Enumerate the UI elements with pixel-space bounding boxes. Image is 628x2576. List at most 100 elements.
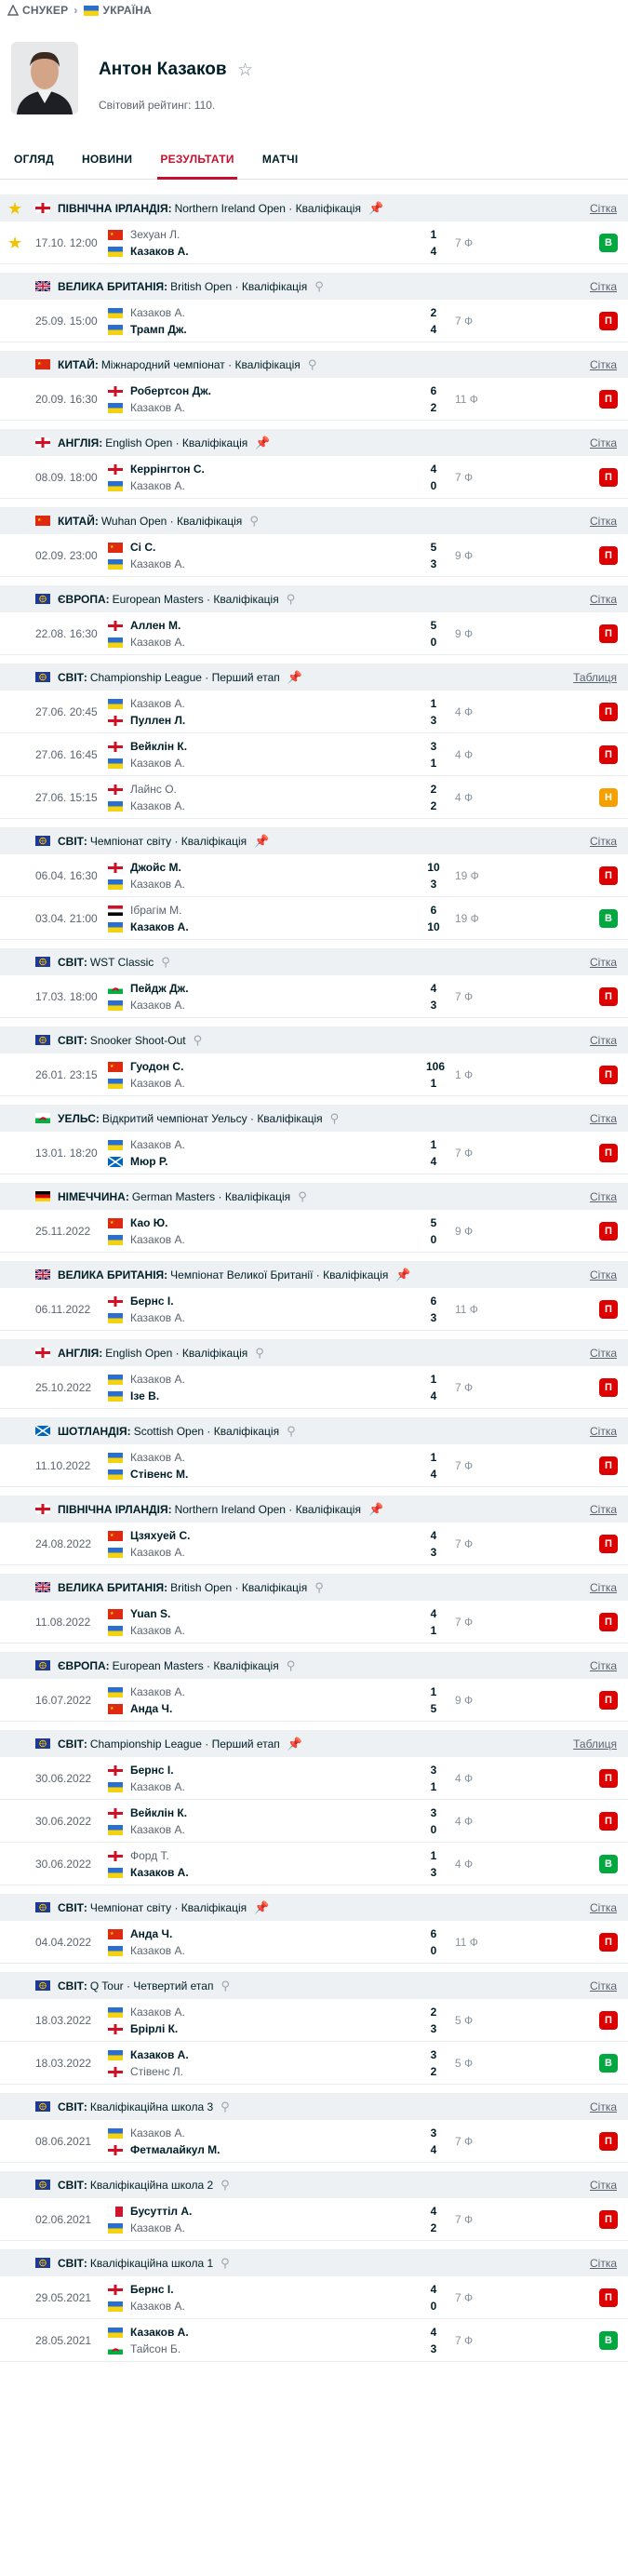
match-row[interactable]: 02.09. 23:00 ★ Сі С. 5 Казаков А. 3 9 Ф П (0, 534, 628, 577)
match-row[interactable]: 16.07.2022 Казаков А. 1 ★ Анда Ч. 5 9 Ф П (0, 1679, 628, 1722)
pin-icon[interactable]: ⚲ (330, 1111, 340, 1126)
tab-2[interactable]: РЕЗУЛЬТАТИ (146, 140, 248, 180)
pin-icon[interactable]: 📌 (395, 1268, 410, 1282)
match-row[interactable]: 08.09. 18:00 Керрінгтон С. 4 Казаков А. 0 7 Ф… (0, 456, 628, 499)
match-row[interactable]: 04.04.2022 ★ Анда Ч. 6 Казаков А. 0 11 Ф П (0, 1921, 628, 1964)
tournament-header[interactable]: АНГЛІЯ: English Open · Кваліфікація 📌 Сітка (0, 429, 628, 456)
tournament-name[interactable]: Чемпіонат світу · Кваліфікація (90, 1901, 247, 1914)
match-row[interactable]: ★ 17.10. 12:00 ★ Зехуан Л. 1 Казаков А. 4 7 Ф В (0, 221, 628, 264)
pin-icon[interactable]: ⚲ (308, 357, 317, 372)
tournament-name[interactable]: British Open · Кваліфікація (170, 1581, 307, 1594)
match-row[interactable]: 13.01. 18:20 Казаков А. 1 Мюр Р. 4 7 Ф П (0, 1132, 628, 1174)
tournament-name[interactable]: Championship League · Перший етап (90, 1737, 280, 1751)
match-row[interactable]: 25.09. 15:00 Казаков А. 2 Трамп Дж. 4 7 Ф П (0, 300, 628, 342)
tournament-name[interactable]: European Masters · Кваліфікація (113, 1659, 279, 1672)
match-row[interactable]: 18.03.2022 Казаков А. 3 Стівенс Л. 2 5 Ф В (0, 2042, 628, 2085)
tournament-name[interactable]: Кваліфікаційна школа 1 (90, 2257, 213, 2270)
pin-icon[interactable]: ⚲ (287, 1424, 296, 1439)
pin-icon[interactable]: 📌 (255, 436, 270, 450)
tournament-header[interactable]: АНГЛІЯ: English Open · Кваліфікація ⚲ Сітка (0, 1339, 628, 1366)
match-row[interactable]: 25.10.2022 Казаков А. 1 Ізе В. 4 7 Ф П (0, 1366, 628, 1409)
draw-link[interactable]: Сітка (590, 2179, 617, 2192)
tournament-header[interactable]: СВІТ: Чемпіонат світу · Кваліфікація 📌 Сітк… (0, 827, 628, 854)
tournament-header[interactable]: СВІТ: Championship League · Перший етап 📌 Т… (0, 664, 628, 691)
draw-link[interactable]: Сітка (590, 835, 617, 848)
tournament-name[interactable]: Northern Ireland Open · Кваліфікація (175, 1503, 361, 1516)
tournament-name[interactable]: German Masters · Кваліфікація (132, 1190, 290, 1203)
pin-icon[interactable]: ⚲ (249, 514, 259, 529)
match-row[interactable]: 25.11.2022 ★ Као Ю. 5 Казаков А. 0 9 Ф П (0, 1210, 628, 1253)
tournament-header[interactable]: СВІТ: Кваліфікаційна школа 3 ⚲ Сітка (0, 2093, 628, 2120)
tournament-header[interactable]: ★ КИТАЙ: Wuhan Open · Кваліфікація ⚲ Сітка (0, 507, 628, 534)
tournament-header[interactable]: ШОТЛАНДІЯ: Scottish Open · Кваліфікація ⚲ С… (0, 1417, 628, 1444)
match-row[interactable]: 22.08. 16:30 Аллен М. 5 Казаков А. 0 9 Ф П (0, 612, 628, 655)
match-row[interactable]: 30.06.2022 Форд Т. 1 Казаков А. 3 4 Ф В (0, 1843, 628, 1885)
breadcrumb-sport[interactable]: СНУКЕР (22, 4, 68, 17)
tournament-name[interactable]: WST Classic (90, 956, 154, 969)
match-row[interactable]: 18.03.2022 Казаков А. 2 Брірлі К. 3 5 Ф П (0, 1999, 628, 2042)
draw-link[interactable]: Сітка (590, 1268, 617, 1281)
tab-0[interactable]: ОГЛЯД (0, 140, 68, 179)
tournament-name[interactable]: Чемпіонат світу · Кваліфікація (90, 835, 247, 848)
pin-icon[interactable]: ⚲ (314, 279, 324, 294)
tournament-name[interactable]: English Open · Кваліфікація (105, 436, 247, 449)
draw-link[interactable]: Таблиця (573, 671, 617, 684)
match-row[interactable]: 20.09. 16:30 Робертсон Дж. 6 Казаков А. 2 11 … (0, 378, 628, 421)
pin-icon[interactable]: ⚲ (220, 2178, 230, 2193)
match-row[interactable]: 29.05.2021 Бернс І. 4 Казаков А. 0 7 Ф П (0, 2276, 628, 2319)
pin-icon[interactable]: ⚲ (287, 592, 296, 607)
tournament-name[interactable]: English Open · Кваліфікація (105, 1347, 247, 1360)
draw-link[interactable]: Сітка (590, 1979, 617, 1992)
tournament-header[interactable]: СВІТ: Чемпіонат світу · Кваліфікація 📌 Сітк… (0, 1894, 628, 1921)
match-row[interactable]: 24.08.2022 ★ Цзяхуей С. 4 Казаков А. 3 7 Ф П (0, 1523, 628, 1565)
tournament-header[interactable]: СВІТ: Snooker Shoot-Out ⚲ Сітка (0, 1026, 628, 1053)
tournament-header[interactable]: ЄВРОПА: European Masters · Кваліфікація ⚲ С… (0, 585, 628, 612)
tournament-header[interactable]: СВІТ: Кваліфікаційна школа 2 ⚲ Сітка (0, 2171, 628, 2198)
tab-1[interactable]: НОВИНИ (68, 140, 146, 179)
tournament-name[interactable]: Кваліфікаційна школа 3 (90, 2100, 213, 2113)
match-row[interactable]: 26.01. 23:15 ★ Гуодон С. 106 Казаков А. 1 1 Ф П (0, 1053, 628, 1096)
draw-link[interactable]: Сітка (590, 1503, 617, 1516)
tournament-header[interactable]: НІМЕЧЧИНА: German Masters · Кваліфікація ⚲… (0, 1183, 628, 1210)
pin-icon[interactable]: ⚲ (220, 1979, 230, 1993)
tournament-name[interactable]: Чемпіонат Великої Британії · Кваліфікаці… (170, 1268, 388, 1281)
tournament-name[interactable]: European Masters · Кваліфікація (113, 593, 279, 606)
draw-link[interactable]: Сітка (590, 1112, 617, 1125)
pin-icon[interactable]: 📌 (254, 1900, 269, 1915)
tournament-header[interactable]: СВІТ: Q Tour · Четвертий етап ⚲ Сітка (0, 1972, 628, 1999)
tournament-header[interactable]: ВЕЛИКА БРИТАНІЯ: Чемпіонат Великої Британ… (0, 1261, 628, 1288)
tournament-name[interactable]: Wuhan Open · Кваліфікація (101, 515, 243, 528)
match-row[interactable]: 27.06. 20:45 Казаков А. 1 Пуллен Л. 3 4 Ф П (0, 691, 628, 733)
match-row[interactable]: 27.06. 15:15 Лайнс О. 2 Казаков А. 2 4 Ф Н (0, 776, 628, 819)
pin-icon[interactable]: 📌 (368, 201, 383, 216)
tournament-header[interactable]: ПІВНІЧНА ІРЛАНДІЯ: Northern Ireland Open … (0, 1496, 628, 1523)
pin-icon[interactable]: 📌 (254, 834, 269, 849)
tournament-name[interactable]: Scottish Open · Кваліфікація (134, 1425, 279, 1438)
tournament-header[interactable]: УЕЛЬС: Відкритий чемпіонат Уельсу · Квалі… (0, 1105, 628, 1132)
draw-link[interactable]: Сітка (590, 1347, 617, 1360)
breadcrumb-country[interactable]: УКРАЇНА (103, 4, 152, 17)
pin-icon[interactable]: ⚲ (161, 955, 170, 970)
match-row[interactable]: 27.06. 16:45 Вейклін К. 3 Казаков А. 1 4 Ф П (0, 733, 628, 776)
draw-link[interactable]: Сітка (590, 1034, 617, 1047)
pin-icon[interactable]: 📌 (368, 1502, 383, 1517)
star-icon[interactable]: ★ (7, 234, 22, 253)
pin-icon[interactable]: ⚲ (220, 2100, 230, 2114)
draw-link[interactable]: Таблиця (573, 1737, 617, 1751)
pin-icon[interactable]: 📌 (287, 670, 302, 685)
match-row[interactable]: 06.11.2022 Бернс І. 6 Казаков А. 3 11 Ф П (0, 1288, 628, 1331)
match-row[interactable]: 17.03. 18:00 Пейдж Дж. 4 Казаков А. 3 7 Ф П (0, 975, 628, 1018)
tournament-header[interactable]: СВІТ: Championship League · Перший етап 📌 Т… (0, 1730, 628, 1757)
pin-icon[interactable]: ⚲ (298, 1189, 307, 1204)
tournament-name[interactable]: Відкритий чемпіонат Уельсу · Кваліфікаці… (102, 1112, 323, 1125)
tournament-header[interactable]: ★ ПІВНІЧНА ІРЛАНДІЯ: Northern Ireland Open… (0, 195, 628, 221)
draw-link[interactable]: Сітка (590, 1425, 617, 1438)
tournament-header[interactable]: ЄВРОПА: European Masters · Кваліфікація ⚲ С… (0, 1652, 628, 1679)
tournament-name[interactable]: Northern Ireland Open · Кваліфікація (175, 202, 361, 215)
pin-icon[interactable]: ⚲ (287, 1658, 296, 1673)
tab-3[interactable]: МАТЧІ (248, 140, 313, 179)
draw-link[interactable]: Сітка (590, 515, 617, 528)
draw-link[interactable]: Сітка (590, 1581, 617, 1594)
match-row[interactable]: 11.08.2022 ★ Yuan S. 4 Казаков А. 1 7 Ф П (0, 1601, 628, 1644)
draw-link[interactable]: Сітка (590, 956, 617, 969)
